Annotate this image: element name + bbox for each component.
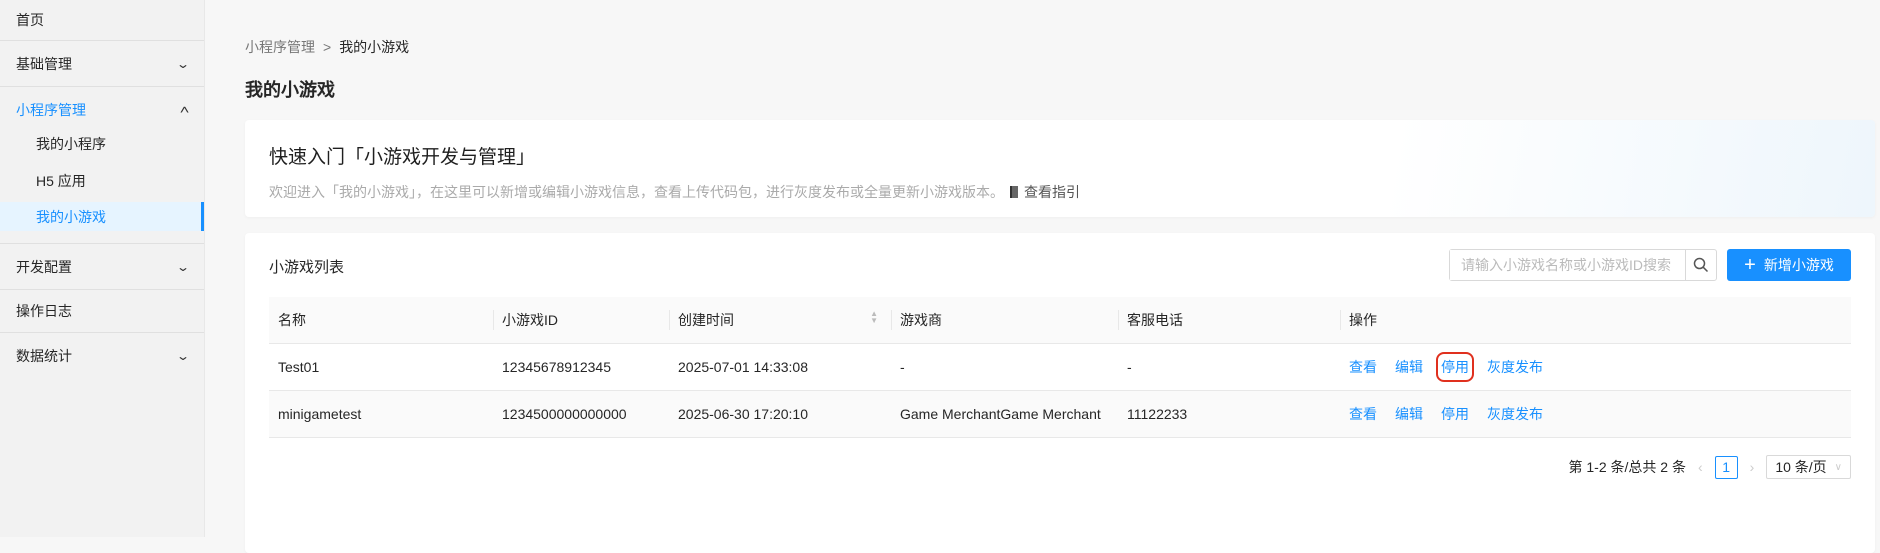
gray-release-link[interactable]: 灰度发布	[1487, 404, 1543, 424]
sidebar-item-logs[interactable]: 操作日志	[0, 290, 204, 332]
cell-id: 12345678912345	[493, 343, 669, 391]
cell-created: 2025-07-01 14:33:08	[669, 343, 891, 391]
search-icon	[1693, 257, 1709, 273]
view-link[interactable]: 查看	[1349, 357, 1377, 377]
plus-icon: +	[1744, 254, 1756, 276]
sidebar-item-miniprogram[interactable]: 小程序管理 ˄	[0, 90, 204, 130]
page-1-button[interactable]: 1	[1714, 455, 1738, 479]
table-row: Test01 12345678912345 2025-07-01 14:33:0…	[269, 343, 1851, 391]
breadcrumb: 小程序管理 > 我的小游戏	[245, 37, 409, 57]
sort-icon[interactable]: ▲ ▼	[870, 309, 878, 324]
cell-actions: 查看 编辑 停用 灰度发布	[1340, 343, 1851, 391]
col-created[interactable]: 创建时间 ▲ ▼	[669, 297, 891, 344]
table-row: minigametest 1234500000000000 2025-06-30…	[269, 390, 1851, 438]
minigame-list-card: 小游戏列表 + 新增小游戏 名称 小游戏ID 创建时间 ▲▼ 游戏商 客服电话 操作…	[245, 233, 1875, 553]
chevron-down-icon: ⌄	[175, 259, 191, 274]
search-input[interactable]	[1450, 250, 1685, 280]
sidebar-item-dev-config[interactable]: 开发配置 ⌄	[0, 244, 204, 289]
minigame-table: 名称 小游戏ID 创建时间 ▲ ▼ 游戏商 客服电话 操作 Test01 12345…	[269, 297, 1851, 438]
sidebar: 首页 基础管理 ⌄ 小程序管理 ˄ 我的小程序 H5 应用 我的小游戏 开发配置 ⌄ …	[0, 0, 205, 537]
breadcrumb-current: 我的小游戏	[339, 39, 410, 55]
divider	[0, 86, 204, 87]
sidebar-item-basic[interactable]: 基础管理 ⌄	[0, 41, 204, 86]
col-id: 小游戏ID	[493, 297, 669, 344]
list-title: 小游戏列表	[269, 259, 345, 276]
cell-merchant: Game MerchantGame Merchant	[891, 390, 1118, 438]
col-actions: 操作	[1340, 297, 1851, 344]
col-phone: 客服电话	[1118, 297, 1340, 344]
cell-created: 2025-06-30 17:20:10	[669, 390, 891, 438]
label: H5 应用	[36, 173, 86, 189]
col-merchant: 游戏商	[891, 297, 1118, 344]
label: 我的小程序	[36, 136, 106, 152]
sidebar-item-stats[interactable]: 数据统计 ⌄	[0, 333, 204, 379]
quick-start-banner: 快速入门「小游戏开发与管理」 欢迎进入「我的小游戏」，在这里可以新增或编辑小游戏…	[245, 120, 1875, 217]
search-box	[1449, 249, 1717, 281]
page-size-select[interactable]: 10 条/页 ∨	[1766, 455, 1851, 479]
sidebar-item-h5[interactable]: H5 应用	[0, 165, 204, 197]
cell-merchant: -	[891, 343, 1118, 391]
banner-title: 快速入门「小游戏开发与管理」	[269, 147, 536, 168]
sidebar-item-home[interactable]: 首页	[0, 0, 204, 40]
pagination-summary: 第 1-2 条/总共 2 条	[1568, 459, 1686, 475]
chevron-down-icon: ⌄	[175, 349, 191, 363]
sidebar-item-my-minigame[interactable]: 我的小游戏	[0, 202, 204, 231]
pagination: 第 1-2 条/总共 2 条 ‹ 1 › 10 条/页 ∨	[1568, 455, 1851, 479]
label: 首页	[16, 12, 44, 28]
label: 操作日志	[16, 303, 72, 319]
col-name: 名称	[269, 297, 493, 344]
sidebar-item-my-miniprogram[interactable]: 我的小程序	[0, 128, 204, 160]
label: 开发配置	[16, 258, 72, 275]
col-label: 创建时间	[678, 311, 734, 328]
banner-desc: 欢迎进入「我的小游戏」，在这里可以新增或编辑小游戏信息，查看上传代码包，进行灰度…	[269, 182, 1080, 202]
edit-link[interactable]: 编辑	[1395, 404, 1423, 424]
add-label: 新增小游戏	[1763, 257, 1834, 273]
cell-name: Test01	[269, 343, 493, 391]
view-link[interactable]: 查看	[1349, 404, 1377, 424]
guide-link[interactable]: 查看指引	[1024, 184, 1080, 200]
label: 小程序管理	[16, 102, 86, 118]
chevron-down-icon: ⌄	[175, 56, 191, 71]
add-minigame-button[interactable]: + 新增小游戏	[1727, 249, 1851, 281]
gray-release-link[interactable]: 灰度发布	[1487, 357, 1543, 377]
label: 基础管理	[16, 55, 72, 72]
next-page-icon[interactable]: ›	[1750, 459, 1755, 475]
page-size-value: 10 条/页	[1775, 459, 1827, 475]
banner-text: 欢迎进入「我的小游戏」，在这里可以新增或编辑小游戏信息，查看上传代码包，进行灰度…	[269, 184, 1004, 200]
search-button[interactable]	[1685, 250, 1716, 280]
edit-link[interactable]: 编辑	[1395, 357, 1423, 377]
breadcrumb-separator: >	[323, 39, 332, 55]
breadcrumb-parent[interactable]: 小程序管理	[245, 39, 315, 55]
page-title: 我的小游戏	[245, 80, 335, 100]
disable-link[interactable]: 停用	[1436, 351, 1474, 382]
cell-phone: -	[1118, 343, 1340, 391]
book-icon	[1010, 186, 1018, 198]
label: 我的小游戏	[36, 208, 106, 225]
cell-id: 1234500000000000	[493, 390, 669, 438]
cell-actions: 查看 编辑 停用 灰度发布	[1340, 390, 1851, 438]
chevron-down-icon: ∨	[1834, 461, 1842, 473]
cell-name: minigametest	[269, 390, 493, 438]
disable-link[interactable]: 停用	[1441, 404, 1469, 424]
label: 数据统计	[16, 348, 72, 364]
chevron-up-icon: ˄	[179, 103, 190, 117]
prev-page-icon[interactable]: ‹	[1698, 459, 1703, 475]
cell-phone: 11122233	[1118, 390, 1340, 438]
